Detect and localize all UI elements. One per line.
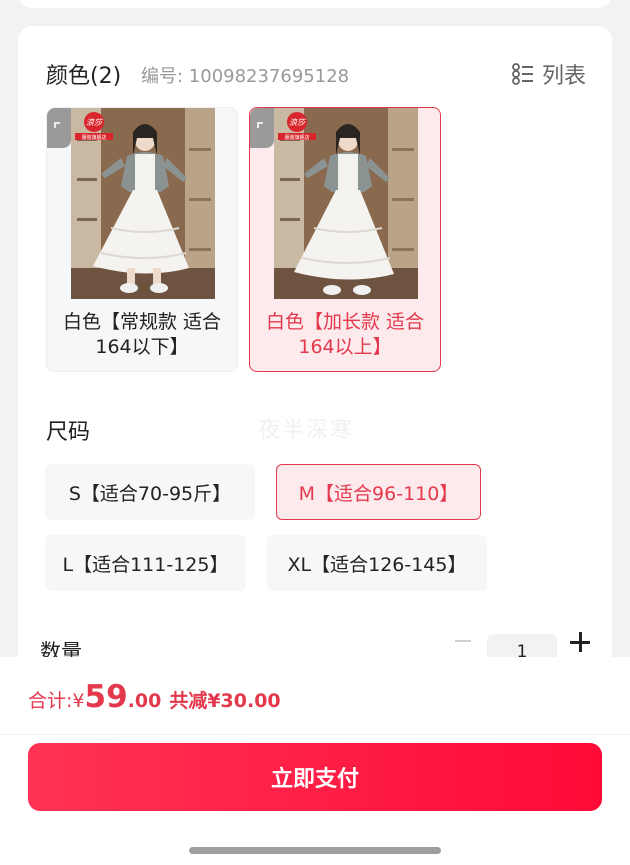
divider [0, 734, 630, 735]
plus-icon[interactable] [570, 632, 590, 652]
shop-logo: 浪莎 服装旗舰店 [75, 112, 113, 141]
list-view-toggle[interactable]: 列表 [512, 58, 586, 90]
product-photo: 浪莎 服装旗舰店 [71, 108, 215, 299]
variant-label: 白色【常规款 适合164以下】 [62, 311, 222, 358]
color-header: 颜色(2) 编号: 10098237695128 列表 [46, 58, 586, 90]
shop-logo: 浪莎 服装旗舰店 [278, 112, 316, 141]
svg-text:浪莎: 浪莎 [289, 118, 307, 127]
total-integer: 59 [84, 679, 128, 715]
color-variant-regular[interactable]: 浪莎 服装旗舰店 白色【常规款 适合164以下】 [46, 107, 238, 372]
sku-number: 编号: 10098237695128 [141, 66, 350, 87]
color-variant-long[interactable]: 浪莎 服装旗舰店 白色【加长款 适合164以上】 [249, 107, 441, 372]
previous-card [18, 0, 612, 8]
variant-label: 白色【加长款 适合164以上】 [265, 311, 425, 358]
expand-icon[interactable] [47, 108, 71, 148]
size-option-xl[interactable]: XL【适合126-145】 [267, 535, 487, 591]
total-label: 合计: [28, 690, 73, 712]
product-photo: 浪莎 服装旗舰店 [274, 108, 418, 299]
expand-icon[interactable] [250, 108, 274, 148]
total-currency: ¥ [72, 690, 85, 712]
sku-selector-card: 颜色(2) 编号: 10098237695128 列表 浪莎 服装旗舰店 白色【… [18, 26, 612, 686]
color-section-title: 颜色(2) [46, 64, 122, 89]
total-price: 合计: ¥ 59 .00 共减¥30.00 [28, 679, 281, 715]
checkout-bar: 合计: ¥ 59 .00 共减¥30.00 立即支付 [0, 657, 630, 865]
size-section-title: 尺码 [46, 420, 91, 445]
list-view-icon [512, 63, 534, 85]
home-indicator[interactable] [189, 847, 441, 854]
svg-text:服装旗舰店: 服装旗舰店 [284, 134, 309, 141]
watermark: 夜半深寒 [258, 418, 355, 443]
list-view-label: 列表 [541, 64, 586, 89]
svg-text:服装旗舰店: 服装旗舰店 [81, 134, 106, 141]
size-option-m[interactable]: M【适合96-110】 [276, 464, 481, 520]
minus-icon[interactable] [455, 640, 471, 642]
total-saved: 共减¥30.00 [169, 690, 281, 712]
size-option-s[interactable]: S【适合70-95斤】 [45, 464, 255, 520]
size-option-l[interactable]: L【适合111-125】 [45, 535, 246, 591]
pay-now-button[interactable]: 立即支付 [28, 743, 602, 811]
total-decimal: .00 [127, 690, 162, 712]
svg-text:浪莎: 浪莎 [86, 118, 104, 127]
